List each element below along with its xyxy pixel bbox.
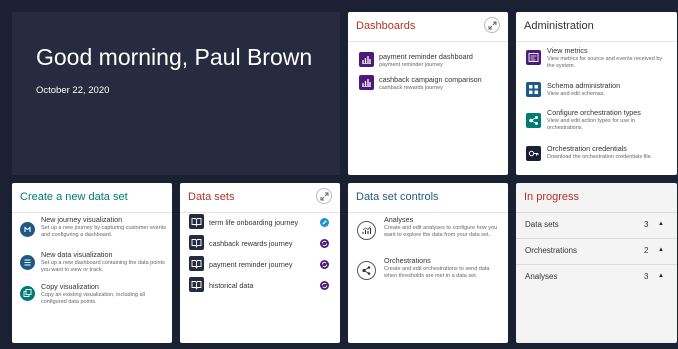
chevron-up-icon[interactable]: ▲: [658, 273, 664, 279]
dashboard-journey: payment reminder journey: [379, 62, 443, 68]
admin-item-label: Schema administration: [547, 81, 621, 90]
expand-icon[interactable]: [484, 17, 500, 33]
create-item-label: New data visualization: [41, 250, 113, 259]
dashboards-title: Dashboards: [356, 20, 416, 32]
analyses-icon: [357, 221, 376, 240]
data-set-name: payment reminder journey: [209, 260, 293, 269]
dashboard-name: cashback campaign comparison: [379, 75, 482, 84]
book-icon: [189, 214, 204, 229]
admin-item-label: View metrics: [547, 46, 588, 55]
admin-item-desc: Download the orchestration credentials f…: [547, 154, 653, 160]
orchestrations-icon: [357, 261, 376, 280]
create-item-label: Copy visualization: [41, 282, 99, 291]
book-icon: [189, 277, 204, 292]
metrics-icon: [526, 50, 541, 65]
dashboard-name: payment reminder dashboard: [379, 52, 473, 61]
bar-chart-icon: [359, 75, 374, 90]
divider: [180, 212, 340, 213]
data-set-name: term life onboarding journey: [209, 218, 299, 227]
divider: [516, 212, 677, 213]
data-set-name: historical data: [209, 281, 254, 290]
admin-item-desc: View and edit schemas.: [547, 91, 605, 97]
journey-icon: [20, 222, 35, 237]
data-set-controls-card: Data set controls Analyses Create and ed…: [348, 183, 508, 343]
control-item-label: Orchestrations: [384, 256, 431, 265]
divider: [348, 41, 508, 42]
schema-icon: [526, 82, 541, 97]
divider: [348, 212, 508, 213]
chevron-up-icon[interactable]: ▲: [658, 221, 664, 227]
progress-label: Analyses: [525, 272, 558, 281]
data-sets-title: Data sets: [188, 191, 235, 203]
orchestration-icon: [526, 113, 541, 128]
in-progress-title: In progress: [524, 191, 580, 203]
create-item-label: New journey visualization: [41, 215, 123, 224]
control-item-desc: Create and edit orchestrations to send d…: [384, 266, 490, 279]
current-date: October 22, 2020: [36, 85, 110, 96]
sync-icon[interactable]: [320, 281, 329, 290]
data-icon: [20, 255, 35, 270]
divider: [12, 212, 172, 213]
create-item-desc: Set up a new dashboard containing the da…: [41, 260, 165, 273]
sync-icon[interactable]: [320, 239, 329, 248]
progress-count: 2: [644, 246, 649, 255]
data-sets-card: Data sets term life onboarding journey c…: [180, 183, 340, 343]
chevron-up-icon[interactable]: ▲: [658, 247, 664, 253]
admin-item-label: Orchestration credentials: [547, 144, 627, 153]
divider: [516, 264, 677, 265]
control-item-label: Analyses: [384, 215, 414, 224]
progress-label: Orchestrations: [525, 246, 578, 255]
bar-chart-icon: [359, 52, 374, 67]
administration-card: Administration View metrics View metrics…: [516, 12, 677, 175]
divider: [516, 238, 677, 239]
greeting-banner: Good morning, Paul Brown October 22, 202…: [12, 12, 340, 175]
dashboard-journey: cashback rewards journey: [379, 85, 443, 91]
admin-item-desc: View and edit action types for use in or…: [547, 118, 635, 131]
administration-title: Administration: [524, 20, 594, 32]
data-set-name: cashback rewards journey: [209, 239, 293, 248]
progress-label: Data sets: [525, 220, 559, 229]
book-icon: [189, 235, 204, 250]
admin-item-desc: View metrics for source and events recei…: [547, 56, 663, 69]
book-icon: [189, 256, 204, 271]
progress-count: 3: [644, 272, 649, 281]
control-item-desc: Create and edit analyses to configure ho…: [384, 225, 498, 238]
key-icon: [526, 146, 541, 161]
create-item-desc: Copy an existing visualization, includin…: [41, 292, 145, 305]
dashboards-card: Dashboards payment reminder dashboard pa…: [348, 12, 508, 175]
divider: [516, 41, 677, 42]
progress-count: 3: [644, 220, 649, 229]
greeting-title: Good morning, Paul Brown: [36, 44, 313, 70]
in-progress-card: In progress Data sets 3 ▲ Orchestrations…: [516, 183, 677, 343]
sync-icon[interactable]: [320, 260, 329, 269]
edit-icon[interactable]: [320, 218, 329, 227]
create-data-set-card: Create a new data set New journey visual…: [12, 183, 172, 343]
expand-icon[interactable]: [316, 188, 332, 204]
create-item-desc: Set up a new journey by capturing custom…: [41, 225, 167, 238]
data-set-controls-title: Data set controls: [356, 191, 439, 203]
copy-icon: [20, 286, 35, 301]
admin-item-label: Configure orchestration types: [547, 108, 641, 117]
create-data-set-title: Create a new data set: [20, 191, 128, 203]
